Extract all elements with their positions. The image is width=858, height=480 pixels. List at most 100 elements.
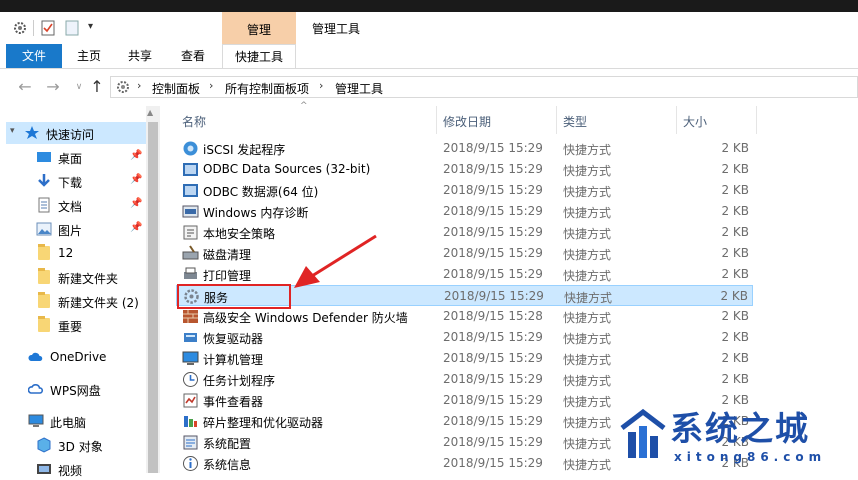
cube-icon [37,437,51,453]
nav-label: 此电脑 [50,416,87,430]
file-row[interactable]: 任务计划程序 2018/9/15 15:29 快捷方式 2 KB [176,369,753,390]
file-row[interactable]: iSCSI 发起程序 2018/9/15 15:29 快捷方式 2 KB [176,138,753,159]
file-row[interactable]: ODBC 数据源(64 位) 2018/9/15 15:29 快捷方式 2 KB [176,180,753,201]
file-row[interactable]: 恢复驱动器 2018/9/15 15:29 快捷方式 2 KB [176,327,753,348]
nav-folder-new[interactable]: 新建文件夹 [0,266,146,288]
document-icon [38,197,50,213]
nav-3d-objects[interactable]: 3D 对象 [0,434,146,456]
wps-cloud-icon [28,384,44,394]
column-divider[interactable] [436,106,437,134]
column-divider[interactable] [556,106,557,134]
qat-dropdown-icon[interactable]: ▾ [88,21,93,32]
file-name: 磁盘清理 [203,248,252,262]
computer-icon [28,414,44,427]
tab-share[interactable]: 共享 [118,44,162,68]
file-name: 任务计划程序 [203,374,276,388]
nav-videos[interactable]: 视频 [0,458,146,480]
computer-management-icon [182,351,199,365]
tab-home[interactable]: 主页 [68,44,110,68]
nav-this-pc[interactable]: 此电脑 [0,410,146,432]
new-folder-icon[interactable] [64,20,80,36]
file-date: 2018/9/15 15:29 [443,456,543,470]
nav-documents[interactable]: 文档 📌 [0,194,146,216]
folder-icon [38,268,50,284]
file-name: ODBC 数据源(64 位) [203,185,319,199]
file-size: 2 KB [720,289,748,303]
nav-onedrive[interactable]: OneDrive [0,346,146,368]
tab-shortcut-tools[interactable]: 快捷工具 [222,44,296,68]
file-date: 2018/9/15 15:29 [444,289,544,303]
nav-desktop[interactable]: 桌面 📌 [0,146,146,168]
scrollbar-thumb[interactable] [148,122,158,473]
pin-icon: 📌 [130,174,143,185]
nav-folder-important[interactable]: 重要 [0,314,146,336]
file-date: 2018/9/15 15:29 [443,393,543,407]
nav-folder-12[interactable]: 12 [0,242,146,264]
disk-cleanup-icon [182,245,199,260]
cloud-icon [28,352,43,361]
column-divider[interactable] [756,106,757,134]
defrag-icon [184,416,197,427]
file-size: 2 KB [721,330,749,344]
address-bar[interactable]: › 控制面板 › 所有控制面板项 › 管理工具 [110,76,858,98]
breadcrumb-separator-icon[interactable]: › [319,79,323,92]
breadcrumb-separator-icon[interactable]: › [137,79,141,92]
collapse-chevron-icon[interactable]: ▾ [10,126,15,136]
tab-view[interactable]: 查看 [170,44,216,68]
file-date: 2018/9/15 15:29 [443,141,543,155]
file-type: 快捷方式 [563,206,612,220]
breadcrumb-control-panel[interactable]: 控制面板 [152,80,200,97]
column-header-date[interactable]: 修改日期 [443,113,491,130]
breadcrumb-separator-icon[interactable]: › [209,79,213,92]
top-dark-strip [0,0,858,12]
nav-label: 12 [58,246,74,260]
video-icon [37,464,51,474]
file-type: 快捷方式 [563,227,612,241]
nav-label: 文档 [58,200,83,214]
recent-dropdown-icon[interactable]: ∨ [70,78,88,96]
breadcrumb-admin-tools[interactable]: 管理工具 [335,80,383,97]
task-scheduler-icon [183,372,198,387]
file-type: 快捷方式 [563,353,612,367]
nav-folder-new-2[interactable]: 新建文件夹 (2) [0,290,146,312]
column-divider[interactable] [676,106,677,134]
tab-file[interactable]: 文件 [6,44,62,68]
column-header-type[interactable]: 类型 [563,113,587,130]
file-date: 2018/9/15 15:29 [443,204,543,218]
folder-icon [38,244,50,260]
file-row[interactable]: 磁盘清理 2018/9/15 15:29 快捷方式 2 KB [176,243,753,264]
file-row[interactable]: 计算机管理 2018/9/15 15:29 快捷方式 2 KB [176,348,753,369]
file-row[interactable]: 打印管理 2018/9/15 15:29 快捷方式 2 KB [176,264,753,285]
nav-label: 新建文件夹 (2) [58,296,139,310]
nav-pictures[interactable]: 图片 📌 [0,218,146,240]
nav-quick-access[interactable]: ▾ 快速访问 [6,122,146,144]
file-row[interactable]: 本地安全策略 2018/9/15 15:29 快捷方式 2 KB [176,222,753,243]
column-header-size[interactable]: 大小 [683,113,707,130]
file-row[interactable]: Windows 内存诊断 2018/9/15 15:29 快捷方式 2 KB [176,201,753,222]
up-arrow-icon[interactable]: ↑ [88,78,106,96]
file-name: 本地安全策略 [203,227,276,241]
event-viewer-icon [183,393,198,408]
nav-downloads[interactable]: 下载 📌 [0,170,146,192]
nav-label: WPS网盘 [50,384,101,398]
file-size: 2 KB [721,204,749,218]
nav-wps-cloud[interactable]: WPS网盘 [0,378,146,400]
admin-tools-icon [14,22,26,34]
file-name: Windows 内存诊断 [203,206,309,220]
breadcrumb-all-items[interactable]: 所有控制面板项 [225,80,309,97]
forward-arrow-icon[interactable]: → [44,78,62,96]
download-icon [38,174,50,187]
scroll-up-arrow-icon[interactable]: ▲ [147,108,153,117]
properties-icon[interactable] [40,20,56,36]
folder-icon [38,292,50,308]
column-header-name[interactable]: 名称 [182,113,206,130]
file-row[interactable]: ODBC Data Sources (32-bit) 2018/9/15 15:… [176,159,753,180]
file-date: 2018/9/15 15:29 [443,246,543,260]
file-row[interactable]: 高级安全 Windows Defender 防火墙 2018/9/15 15:2… [176,306,753,327]
watermark: 系统之城 xitong86.com [612,398,858,473]
file-size: 2 KB [721,267,749,281]
file-type: 快捷方式 [563,416,612,430]
picture-icon [36,222,52,236]
back-arrow-icon[interactable]: ← [16,78,34,96]
file-type: 快捷方式 [564,291,613,305]
